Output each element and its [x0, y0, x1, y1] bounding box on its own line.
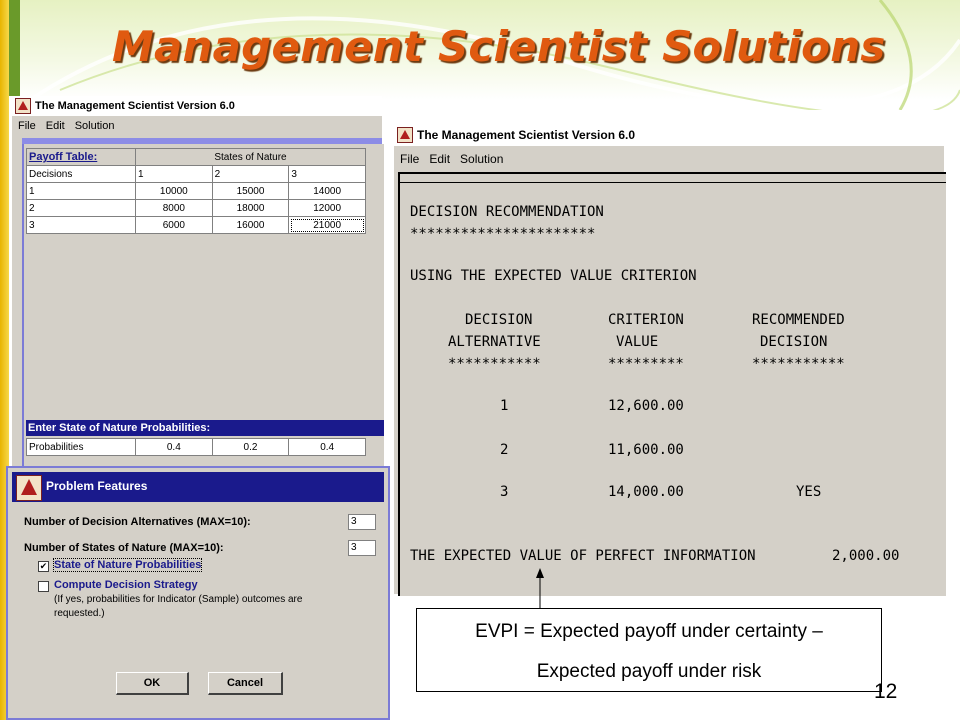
payoff-panel: Payoff Table: States of Nature Decisions…: [22, 144, 384, 468]
state-col-1[interactable]: 1: [135, 165, 213, 183]
payoff-table-window: The Management Scientist Version 6.0 Fil…: [12, 96, 384, 468]
result-alternative: 2: [500, 442, 509, 458]
payoff-cell[interactable]: 18000: [211, 199, 290, 217]
alternatives-input[interactable]: 3: [348, 514, 376, 530]
slide-accent-bar-green: [9, 0, 20, 96]
report-top-rule: [400, 182, 946, 183]
decision-label[interactable]: 2: [26, 199, 136, 217]
state-col-2[interactable]: 2: [211, 165, 290, 183]
menu-edit[interactable]: Edit: [46, 120, 65, 132]
strategy-note: (If yes, probabilities for Indicator (Sa…: [54, 594, 303, 619]
evpi-callout: EVPI = Expected payoff under certainty –…: [416, 608, 882, 692]
col-header-recommended: RECOMMENDED: [752, 312, 845, 328]
col-header-decision-2: DECISION: [760, 334, 828, 350]
col-header-decision: DECISION: [465, 312, 533, 328]
menu-edit[interactable]: Edit: [429, 152, 450, 166]
menu-solution[interactable]: Solution: [75, 120, 115, 132]
report-window-menubar: File Edit Solution: [394, 148, 944, 170]
payoff-window-titlebar[interactable]: The Management Scientist Version 6.0: [12, 96, 382, 116]
decision-label[interactable]: 3: [26, 216, 136, 234]
payoff-table: Payoff Table: States of Nature Decisions…: [26, 148, 366, 234]
payoff-cell[interactable]: 16000: [211, 216, 290, 234]
callout-line-1: EVPI = Expected payoff under certainty –: [475, 621, 823, 642]
strategy-option-label[interactable]: Compute Decision Strategy: [54, 579, 198, 591]
menu-solution[interactable]: Solution: [460, 152, 503, 166]
evpi-label: THE EXPECTED VALUE OF PERFECT INFORMATIO…: [410, 548, 756, 564]
report-heading: DECISION RECOMMENDATION: [410, 204, 604, 220]
report-criterion-line: USING THE EXPECTED VALUE CRITERION: [410, 268, 697, 284]
callout-arrow: [536, 568, 544, 610]
state-col-3[interactable]: 3: [288, 165, 366, 183]
col-header-value: VALUE: [616, 334, 659, 350]
payoff-window-menubar: File Edit Solution: [12, 116, 382, 136]
callout-line-2: Expected payoff under risk: [536, 661, 762, 682]
app-icon: [16, 475, 42, 501]
col-header-alternative: ALTERNATIVE: [448, 334, 541, 350]
probabilities-table: Probabilities 0.4 0.2 0.4: [26, 438, 366, 456]
result-value: 14,000.00: [608, 484, 684, 500]
decision-report-window: The Management Scientist Version 6.0 Fil…: [394, 124, 946, 596]
probability-cell[interactable]: 0.2: [211, 438, 290, 456]
payoff-cell[interactable]: 6000: [135, 216, 213, 234]
states-of-nature-header: States of Nature: [135, 148, 366, 166]
col-stars-2: *********: [608, 356, 684, 372]
payoff-window-title: The Management Scientist Version 6.0: [35, 100, 235, 112]
cancel-button[interactable]: Cancel: [208, 672, 283, 695]
report-window-titlebar[interactable]: The Management Scientist Version 6.0: [394, 124, 944, 146]
report-text-area[interactable]: DECISION RECOMMENDATION ****************…: [398, 172, 946, 596]
states-input[interactable]: 3: [348, 540, 376, 556]
payoff-cell[interactable]: 10000: [135, 182, 213, 200]
report-window-title: The Management Scientist Version 6.0: [417, 128, 636, 142]
payoff-cell-focused[interactable]: 21000: [288, 216, 366, 234]
table-row: 2 8000 18000 12000: [26, 199, 366, 217]
result-value: 11,600.00: [608, 442, 684, 458]
payoff-cell[interactable]: 8000: [135, 199, 213, 217]
result-alternative: 3: [500, 484, 509, 500]
states-label: Number of States of Nature (MAX=10):: [24, 542, 224, 554]
probabilities-row-label: Probabilities: [26, 438, 136, 456]
probability-cell[interactable]: 0.4: [288, 438, 366, 456]
result-alternative: 1: [500, 398, 509, 414]
app-icon: [397, 127, 413, 143]
table-row: 1 10000 15000 14000: [26, 182, 366, 200]
probabilities-option-label[interactable]: State of Nature Probabilities: [52, 558, 203, 572]
payoff-cell[interactable]: 12000: [288, 199, 366, 217]
decision-label[interactable]: 1: [26, 182, 136, 200]
problem-features-titlebar[interactable]: Problem Features: [12, 472, 384, 502]
alternatives-label: Number of Decision Alternatives (MAX=10)…: [24, 516, 251, 528]
slide-page-number: 12: [874, 680, 898, 703]
result-recommended: YES: [796, 484, 822, 500]
result-value: 12,600.00: [608, 398, 684, 414]
col-header-criterion: CRITERION: [608, 312, 684, 328]
col-stars-3: ***********: [752, 356, 845, 372]
col-stars-1: ***********: [448, 356, 541, 372]
decisions-header: Decisions: [26, 165, 136, 183]
app-icon: [15, 98, 31, 114]
probability-cell[interactable]: 0.4: [135, 438, 213, 456]
menu-file[interactable]: File: [400, 152, 419, 166]
report-heading-stars: **********************: [410, 226, 596, 242]
payoff-table-label: Payoff Table:: [29, 151, 98, 163]
probabilities-checkbox[interactable]: ✔: [38, 561, 49, 572]
evpi-value: 2,000.00: [832, 548, 900, 564]
strategy-checkbox[interactable]: [38, 581, 49, 592]
payoff-cell[interactable]: 15000: [211, 182, 290, 200]
probabilities-section-header: Enter State of Nature Probabilities:: [26, 420, 384, 436]
problem-features-dialog: Problem Features Number of Decision Alte…: [6, 466, 390, 720]
ok-button[interactable]: OK: [116, 672, 189, 695]
payoff-cell[interactable]: 14000: [288, 182, 366, 200]
slide-title: Management Scientist Solutions: [112, 22, 886, 71]
payoff-table-label-cell: Payoff Table:: [26, 148, 136, 166]
table-row: 3 6000 16000 21000: [26, 216, 366, 234]
problem-features-title: Problem Features: [46, 479, 148, 493]
menu-file[interactable]: File: [18, 120, 36, 132]
